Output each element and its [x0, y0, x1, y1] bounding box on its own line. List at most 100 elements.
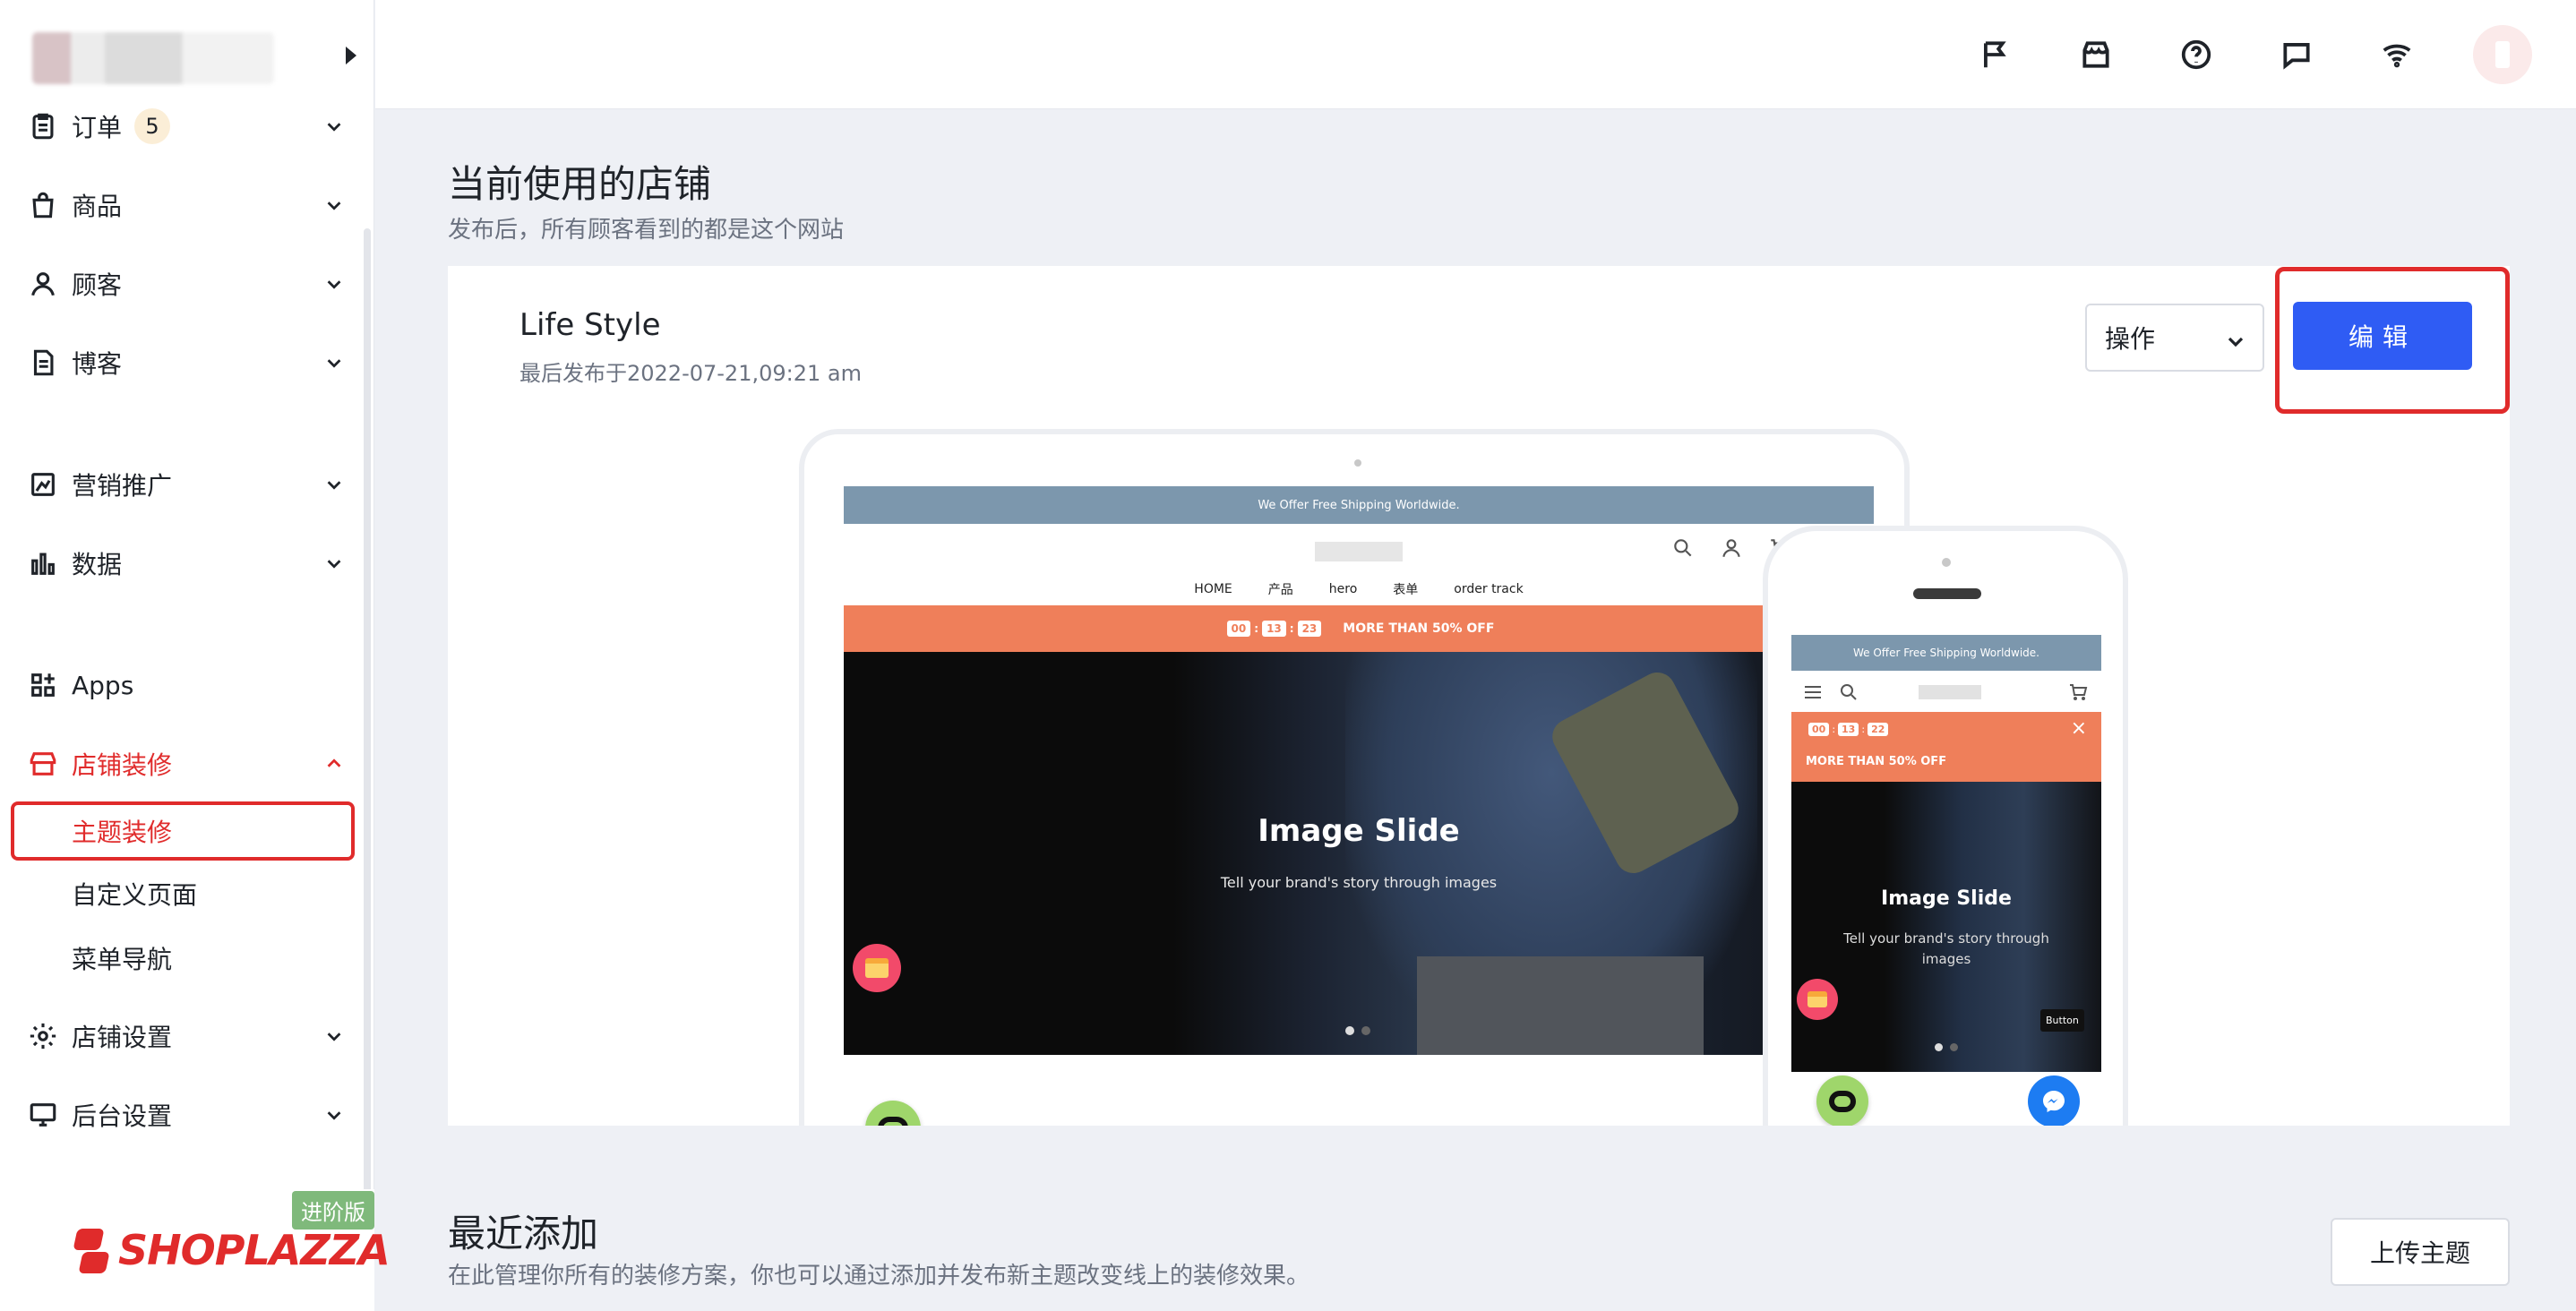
gift-icon	[853, 944, 901, 992]
sidebar-item-label: 店铺装修	[72, 750, 173, 780]
sidebar-item-blog[interactable]: 博客	[27, 333, 349, 392]
theme-name: Life Style	[519, 307, 661, 343]
shoplazza-logo: SHOPLAZZA	[70, 1225, 391, 1275]
sidebar-item-label: 顾客	[72, 270, 123, 300]
messenger-icon	[2028, 1075, 2080, 1126]
sidebar-item-label: Apps	[72, 670, 134, 700]
sub-item-theme-design[interactable]: 主题装修	[72, 804, 172, 858]
operations-dropdown[interactable]: 操作	[2085, 304, 2264, 372]
cart-icon	[2070, 684, 2088, 700]
sidebar-item-store-design[interactable]: 店铺装修	[27, 734, 349, 793]
chevron-down-icon[interactable]	[324, 116, 344, 136]
sub-item-custom-pages[interactable]: 自定义页面	[72, 867, 197, 921]
shipping-banner: We Offer Free Shipping Worldwide.	[1791, 635, 2101, 671]
shipping-banner: We Offer Free Shipping Worldwide.	[844, 486, 1874, 524]
preview-header	[844, 524, 1874, 573]
operations-label: 操作	[2105, 324, 2156, 354]
countdown: 00:13:22	[1806, 723, 1891, 736]
preview-nav-item: order track	[1454, 582, 1524, 596]
sidebar-item-label: 博客	[72, 349, 123, 379]
sidebar-item-label: 订单	[72, 113, 123, 142]
sidebar-item-orders[interactable]: 订单 5	[27, 97, 349, 156]
apps-grid-icon	[27, 669, 59, 701]
hamburger-icon	[1805, 686, 1821, 698]
preview-nav-item: HOME	[1194, 582, 1232, 596]
sidebar-item-label: 数据	[72, 550, 123, 579]
gift-icon	[1797, 979, 1838, 1020]
sidebar-item-label: 后台设置	[72, 1101, 173, 1131]
phone-camera	[1942, 558, 1951, 567]
help-icon[interactable]	[2176, 34, 2217, 75]
upload-theme-button[interactable]: 上传主题	[2331, 1218, 2510, 1286]
sidebar-item-admin-settings[interactable]: 后台设置	[27, 1085, 349, 1144]
orders-count-badge: 5	[134, 108, 171, 144]
sidebar-scrollbar[interactable]	[364, 228, 371, 1195]
sidebar-item-apps[interactable]: Apps	[27, 656, 349, 715]
account-icon	[1722, 539, 1740, 558]
promo-text: MORE THAN 50% OFF	[1343, 621, 1495, 636]
sub-item-menu-navigation[interactable]: 菜单导航	[72, 931, 172, 985]
hero-slide: Image Slide Tell your brand's story thro…	[1791, 782, 2101, 1072]
preview-logo	[1315, 542, 1403, 561]
sidebar-item-products[interactable]: 商品	[27, 176, 349, 235]
brand-footer: 进阶版 SHOPLAZZA	[0, 1189, 391, 1311]
user-avatar[interactable]	[2473, 25, 2532, 84]
message-icon[interactable]	[2276, 34, 2317, 75]
hero-subtitle: Tell your brand's story through images	[1843, 930, 2049, 967]
flag-icon[interactable]	[1975, 34, 2016, 75]
sidebar-item-analytics[interactable]: 数据	[27, 534, 349, 593]
sidebar: 订单 5 商品 顾客 博客 营销推广 数据 Apps 店铺装修 主题装修 自定义…	[0, 0, 391, 1311]
caret-right-icon	[346, 47, 356, 64]
chevron-up-icon[interactable]	[324, 754, 344, 774]
user-icon	[27, 268, 59, 300]
preview-nav: HOME 产品 hero 表单 order track	[844, 573, 1874, 605]
hero-title: Image Slide	[1258, 813, 1460, 849]
edit-theme-button[interactable]: 编辑	[2293, 302, 2472, 370]
brand-wordmark: SHOPLAZZA	[118, 1226, 391, 1274]
preview-header	[1791, 671, 2101, 712]
theme-published-date: 最后发布于2022-07-21,09:21 am	[519, 361, 862, 386]
hero-subtitle: Tell your brand's story through images	[1220, 874, 1498, 891]
store-icon[interactable]	[2075, 34, 2117, 75]
countdown: 00:13:23	[1224, 621, 1326, 637]
document-icon	[27, 347, 59, 379]
slide-dots	[1345, 1026, 1370, 1035]
marketing-icon	[27, 468, 59, 501]
chevron-down-icon[interactable]	[324, 1026, 344, 1046]
tablet-camera	[1354, 459, 1361, 467]
chevron-down-icon[interactable]	[324, 274, 344, 294]
chevron-down-icon[interactable]	[324, 195, 344, 215]
promo-text: MORE THAN 50% OFF	[1806, 755, 1947, 768]
hero-image-pants	[1417, 956, 1704, 1055]
chevron-down-icon	[2225, 329, 2246, 350]
chat-widget-icon	[1816, 1075, 1868, 1126]
chevron-down-icon[interactable]	[324, 475, 344, 494]
sidebar-item-marketing[interactable]: 营销推广	[27, 455, 349, 514]
current-store-title: 当前使用的店铺	[448, 162, 712, 206]
close-icon: ×	[2070, 717, 2087, 740]
slide-dots	[1935, 1043, 1958, 1051]
search-icon	[1674, 539, 1692, 557]
shopping-bag-icon	[27, 189, 59, 221]
current-store-subtitle: 发布后，所有顾客看到的都是这个网站	[448, 217, 845, 244]
sidebar-item-customers[interactable]: 顾客	[27, 254, 349, 313]
promo-bar: 00:13:23 MORE THAN 50% OFF	[844, 605, 1874, 652]
chevron-down-icon[interactable]	[324, 553, 344, 573]
sidebar-item-label: 店铺设置	[72, 1023, 173, 1052]
hero-slide: Image Slide Tell your brand's story thro…	[844, 652, 1874, 1055]
tablet-screen: We Offer Free Shipping Worldwide. HOME 产…	[844, 486, 1874, 1126]
promo-bar: 00:13:22 MORE THAN 50% OFF ×	[1791, 712, 2101, 782]
store-switcher[interactable]	[20, 14, 369, 97]
plan-badge: 进阶版	[292, 1191, 374, 1230]
chevron-down-icon[interactable]	[324, 353, 344, 373]
recent-subtitle: 在此管理你所有的装修方案，你也可以通过添加并发布新主题改变线上的装修效果。	[448, 1263, 1310, 1290]
gear-icon	[27, 1020, 59, 1052]
wifi-icon[interactable]	[2376, 34, 2417, 75]
clipboard-icon	[27, 110, 59, 142]
chevron-down-icon[interactable]	[324, 1105, 344, 1125]
preview-nav-item: hero	[1328, 582, 1358, 596]
phone-screen: We Offer Free Shipping Worldwide. 00:13:…	[1791, 635, 2101, 1126]
sidebar-item-store-settings[interactable]: 店铺设置	[27, 1007, 349, 1066]
tablet-preview: We Offer Free Shipping Worldwide. HOME 产…	[799, 429, 1910, 1126]
storefront-icon	[27, 748, 59, 780]
